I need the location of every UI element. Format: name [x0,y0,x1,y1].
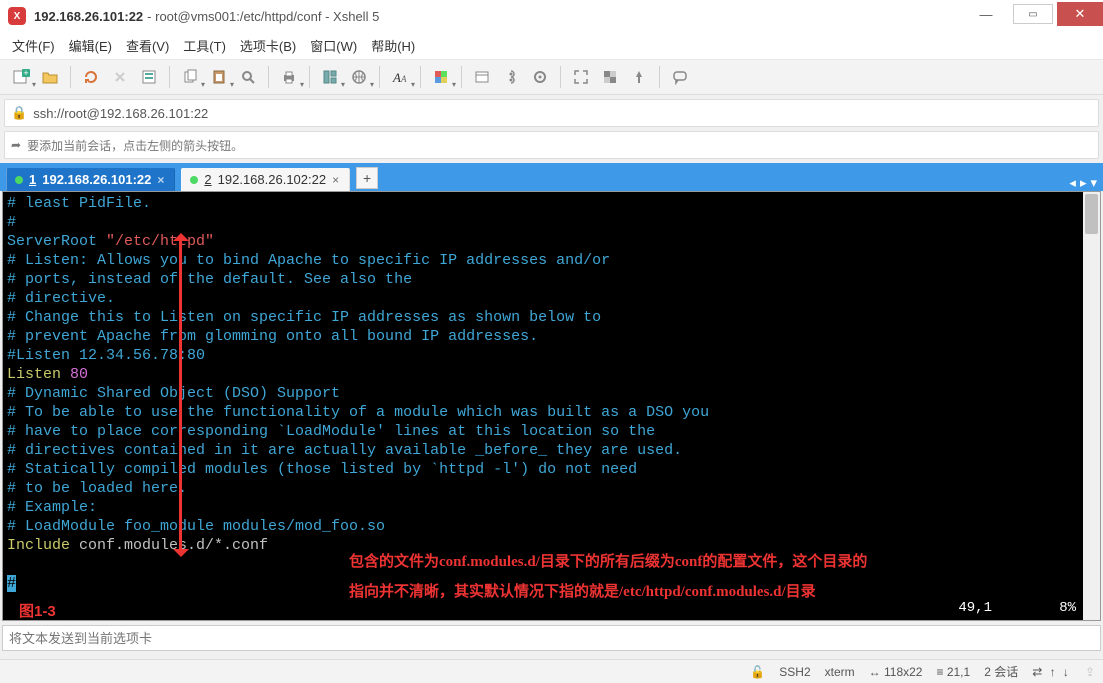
menu-window[interactable]: 窗口(W) [310,36,357,55]
close-tab-icon[interactable]: × [332,173,339,187]
title-bar: X 192.168.26.101:22 - root@vms001:/etc/h… [0,0,1103,32]
svg-text:+: + [23,68,28,78]
new-session-button[interactable]: + [8,64,34,90]
address-input[interactable] [33,106,1092,121]
tab-prev-button[interactable]: ◂ [1069,175,1076,191]
terminal-content[interactable]: # least PidFile. # ServerRoot "/etc/http… [3,192,1100,595]
find-button[interactable] [235,64,261,90]
terminal-scrollbar[interactable] [1083,192,1100,620]
lock-icon: 🔒 [11,105,27,121]
properties-button[interactable] [136,64,162,90]
tab-label: 192.168.26.102:22 [218,172,326,187]
send-input-bar [2,625,1101,651]
reconnect-button[interactable] [78,64,104,90]
open-button[interactable] [37,64,63,90]
transparency-button[interactable] [597,64,623,90]
status-pos: ≡ 21,1 [936,665,970,679]
add-tab-button[interactable]: + [356,167,378,189]
address-bar: 🔒 [4,99,1099,127]
ontop-button[interactable] [626,64,652,90]
disconnect-button[interactable] [107,64,133,90]
tab-label: 192.168.26.101:22 [42,172,151,187]
app-icon: X [8,7,26,25]
status-ssh: SSH2 [779,665,810,679]
status-dot-icon [190,176,198,184]
tab-menu-button[interactable]: ▾ [1090,175,1097,191]
close-button[interactable]: ✕ [1057,2,1103,26]
menu-bar: 文件(F) 编辑(E) 查看(V) 工具(T) 选项卡(B) 窗口(W) 帮助(… [0,32,1103,59]
terminal[interactable]: # least PidFile. # ServerRoot "/etc/http… [2,191,1101,621]
title-path: - root@vms001:/etc/httpd/conf - Xshell 5 [147,9,379,24]
menu-help[interactable]: 帮助(H) [371,36,415,55]
annotation-arrow [179,235,182,555]
tool-1-button[interactable] [469,64,495,90]
menu-edit[interactable]: 编辑(E) [69,36,112,55]
caps-icon: ⇪ [1085,665,1095,679]
tab-nav: ◂ ▸ ▾ [1069,175,1103,191]
tool-2-button[interactable] [498,64,524,90]
tab-index: 1 [29,172,36,187]
status-links: ⇄ ↑ ↓ [1032,665,1071,679]
hint-text: 要添加当前会话，点击左侧的箭头按钮。 [27,137,243,154]
session-tab-2[interactable]: 2 192.168.26.102:22 × [181,168,350,191]
annotation-line-1: 包含的文件为conf.modules.d/目录下的所有后缀为conf的配置文件，… [349,548,867,576]
svg-text:A: A [392,70,401,85]
send-input[interactable] [3,631,1100,646]
colorscheme-button[interactable] [428,64,454,90]
annotation-line-2: 指向并不清晰，其实默认情况下指的就是/etc/httpd/conf.module… [349,578,816,606]
minimize-button[interactable]: — [963,2,1009,26]
menu-view[interactable]: 查看(V) [126,36,169,55]
title-ip: 192.168.26.101:22 [34,9,143,24]
copy-button[interactable] [177,64,203,90]
status-term: xterm [825,665,855,679]
svg-text:A: A [400,74,407,84]
hint-bar: ➦ 要添加当前会话，点击左侧的箭头按钮。 [4,131,1099,159]
layout-button[interactable] [317,64,343,90]
tab-index: 2 [204,172,211,187]
session-tab-bar: 1 192.168.26.101:22 × 2 192.168.26.102:2… [0,163,1103,191]
menu-file[interactable]: 文件(F) [12,36,55,55]
status-sessions: 2 会话 [984,663,1018,680]
maximize-button[interactable]: ▭ [1013,4,1053,24]
lock-icon: 🔓 [750,665,765,679]
status-bar: 🔓 SSH2 xterm ↔ 118x22 ≡ 21,1 2 会话 ⇄ ↑ ↓ … [0,659,1103,683]
tab-next-button[interactable]: ▸ [1080,175,1087,191]
menu-tabs[interactable]: 选项卡(B) [240,36,296,55]
arrow-icon[interactable]: ➦ [11,138,21,152]
print-button[interactable] [276,64,302,90]
paste-button[interactable] [206,64,232,90]
toolbar: + AA [0,59,1103,95]
close-tab-icon[interactable]: × [157,173,164,187]
menu-tools[interactable]: 工具(T) [183,36,226,55]
font-button[interactable]: AA [387,64,413,90]
tool-3-button[interactable] [527,64,553,90]
vim-status: 49,1 8% [958,600,1076,616]
help-button[interactable] [667,64,693,90]
status-dot-icon [15,176,23,184]
figure-label: 图1-3 [19,600,56,621]
session-tab-1[interactable]: 1 192.168.26.101:22 × [6,168,175,191]
fullscreen-button[interactable] [568,64,594,90]
encoding-button[interactable] [346,64,372,90]
status-size: ↔ 118x22 [869,665,923,679]
